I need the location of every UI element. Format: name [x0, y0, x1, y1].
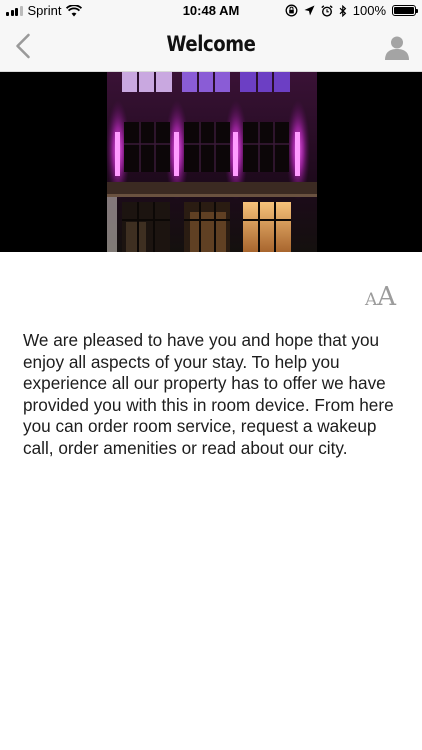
navigation-bar: Welcome: [0, 22, 422, 72]
battery-icon: [392, 5, 418, 16]
status-right: 100%: [285, 3, 418, 18]
alarm-icon: [321, 4, 333, 17]
welcome-message: We are pleased to have you and hope that…: [23, 330, 394, 458]
user-icon: [385, 36, 409, 60]
large-font-glyph: A: [377, 282, 396, 312]
font-size-button[interactable]: A A: [365, 282, 396, 312]
screen-lock-icon: [285, 4, 298, 17]
profile-button[interactable]: [382, 32, 412, 62]
welcome-screen: Sprint 10:48 AM 100% Welcome A A We are …: [0, 0, 422, 750]
status-bar: Sprint 10:48 AM 100%: [0, 0, 422, 22]
battery-percent: 100%: [352, 3, 386, 18]
hotel-hero-image: [0, 72, 422, 252]
location-icon: [304, 5, 315, 16]
battery-fill: [394, 7, 414, 14]
page-title: Welcome: [166, 32, 256, 56]
bluetooth-icon: [339, 4, 347, 17]
hotel-facade-illustration: [0, 72, 422, 252]
small-font-glyph: A: [364, 290, 378, 310]
